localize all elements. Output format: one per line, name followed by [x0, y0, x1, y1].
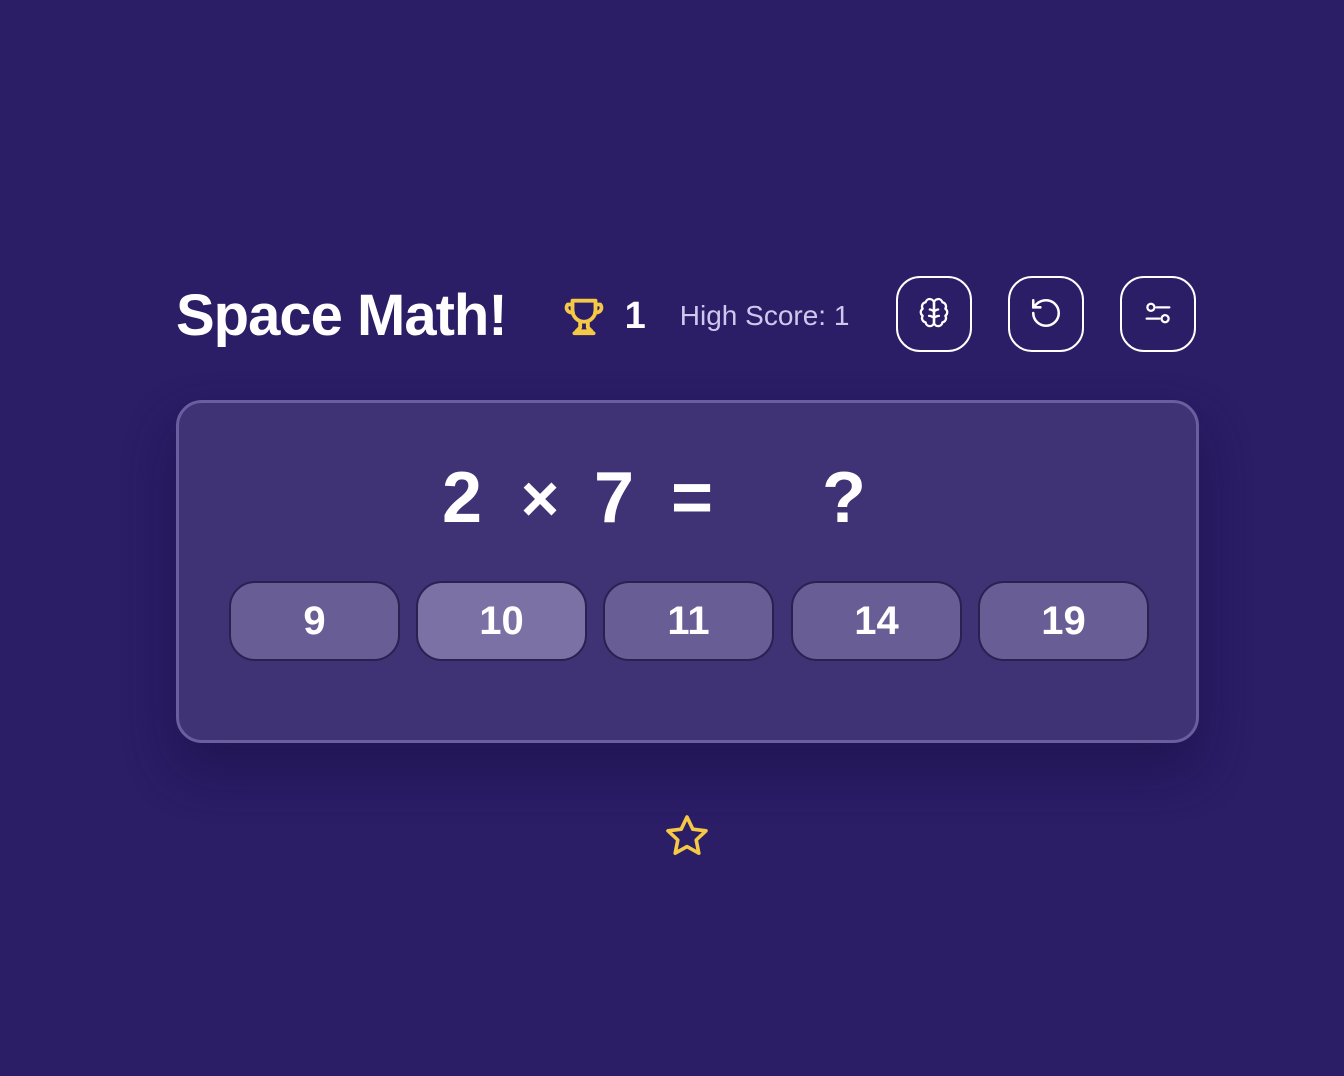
game-header: Space Math! 1 High Score: 1	[176, 276, 1199, 356]
equation: 2 × 7 = ?	[179, 458, 1196, 538]
high-score: High Score: 1	[679, 300, 850, 331]
trophy-icon	[561, 293, 607, 339]
brain-icon	[917, 296, 951, 333]
reset-button[interactable]	[1008, 276, 1084, 352]
current-score: 1	[624, 294, 646, 337]
operand-a: 2	[441, 458, 483, 538]
answer-button[interactable]: 14	[791, 581, 962, 661]
star-icon	[663, 812, 711, 860]
brain-mode-button[interactable]	[896, 276, 972, 352]
settings-button[interactable]	[1120, 276, 1196, 352]
sliders-icon	[1141, 296, 1175, 333]
rotate-ccw-icon	[1029, 296, 1063, 333]
operator-symbol: ×	[520, 461, 560, 535]
operand-b: 7	[593, 458, 635, 538]
answer-button[interactable]: 9	[229, 581, 400, 661]
answer-options: 9 10 11 14 19	[229, 581, 1149, 663]
question-card: 2 × 7 = ? 9 10 11 14 19	[176, 400, 1199, 743]
answer-button[interactable]: 11	[603, 581, 774, 661]
answer-button[interactable]: 10	[416, 581, 587, 661]
answer-placeholder: ?	[822, 458, 866, 538]
score-display: 1 High Score: 1	[561, 293, 850, 339]
equals-sign: =	[670, 458, 714, 538]
answer-button[interactable]: 19	[978, 581, 1149, 661]
game-title: Space Math!	[176, 283, 508, 348]
